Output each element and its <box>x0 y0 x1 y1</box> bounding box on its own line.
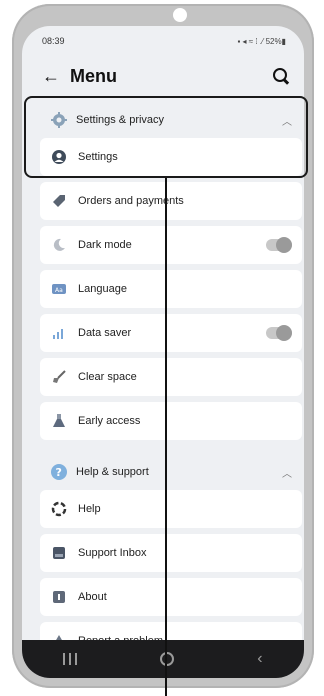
data-saver-toggle[interactable] <box>266 325 292 341</box>
language-icon: Aa <box>50 280 68 298</box>
item-label: Early access <box>78 415 141 427</box>
menu-header: ← Menu <box>22 58 304 94</box>
svg-text:?: ? <box>56 466 62 479</box>
recent-apps-icon[interactable] <box>63 653 78 665</box>
lifebuoy-icon <box>50 500 68 518</box>
status-time: 08:39 <box>42 36 65 46</box>
signal-icon <box>50 324 68 342</box>
menu-item-language[interactable]: Aa Language <box>40 270 302 308</box>
home-icon[interactable] <box>160 652 175 666</box>
menu-item-dark-mode[interactable]: Dark mode <box>40 226 302 264</box>
menu-item-support-inbox[interactable]: Support Inbox <box>40 534 302 572</box>
section-label: Settings & privacy <box>76 114 165 126</box>
menu-item-help[interactable]: Help <box>40 490 302 528</box>
status-bar: 08:39 ▪ ◂ ≈ ⁞ .⁄ 52%▮ <box>22 26 304 56</box>
callout-pointer-line <box>165 178 167 696</box>
section-label: Help & support <box>76 466 149 478</box>
menu-content: Settings & privacy ︿ Settings Orders and… <box>40 102 302 666</box>
status-icons-text: ▪ ◂ ≈ ⁞ .⁄ 52%▮ <box>237 36 286 46</box>
nav-back-icon[interactable]: ‹ <box>257 650 262 668</box>
page-title: Menu <box>70 65 117 86</box>
item-label: Data saver <box>78 327 132 339</box>
menu-item-data-saver[interactable]: Data saver <box>40 314 302 352</box>
menu-item-early-access[interactable]: Early access <box>40 402 302 440</box>
chevron-up-icon: ︿ <box>282 116 292 128</box>
flask-icon <box>50 412 68 430</box>
item-label: Help <box>78 503 101 515</box>
search-icon[interactable] <box>272 67 290 85</box>
item-label: Settings <box>78 151 118 163</box>
status-icons: ▪ ◂ ≈ ⁞ .⁄ 52%▮ <box>237 37 286 46</box>
back-arrow-icon[interactable]: ← <box>42 66 64 87</box>
person-icon <box>50 148 68 166</box>
section-help-support[interactable]: ? Help & support ︿ <box>40 454 302 490</box>
chevron-up-icon: ︿ <box>282 468 292 480</box>
menu-item-settings[interactable]: Settings <box>40 138 302 176</box>
screen: 08:39 ▪ ◂ ≈ ⁞ .⁄ 52%▮ ← Menu Settings & … <box>22 26 304 678</box>
menu-item-orders-payments[interactable]: Orders and payments <box>40 182 302 220</box>
tag-icon <box>50 192 68 210</box>
item-label: Language <box>78 283 127 295</box>
item-label: Dark mode <box>78 239 132 251</box>
question-icon: ? <box>51 464 67 480</box>
item-label: About <box>78 591 107 603</box>
moon-icon <box>50 236 68 254</box>
item-label: Clear space <box>78 371 137 383</box>
broom-icon <box>50 368 68 386</box>
menu-item-clear-space[interactable]: Clear space <box>40 358 302 396</box>
info-icon <box>50 588 68 606</box>
item-label: Orders and payments <box>78 195 184 207</box>
section-settings-privacy[interactable]: Settings & privacy ︿ <box>40 102 302 138</box>
dark-mode-toggle[interactable] <box>266 237 292 253</box>
svg-text:Aa: Aa <box>55 287 63 294</box>
gear-icon <box>51 112 67 128</box>
item-label: Support Inbox <box>78 547 147 559</box>
inbox-icon <box>50 544 68 562</box>
menu-item-about[interactable]: About <box>40 578 302 616</box>
phone-frame: 08:39 ▪ ◂ ≈ ⁞ .⁄ 52%▮ ← Menu Settings & … <box>12 4 314 688</box>
camera-icon <box>173 8 187 22</box>
system-nav-bar: ‹ <box>22 640 304 678</box>
